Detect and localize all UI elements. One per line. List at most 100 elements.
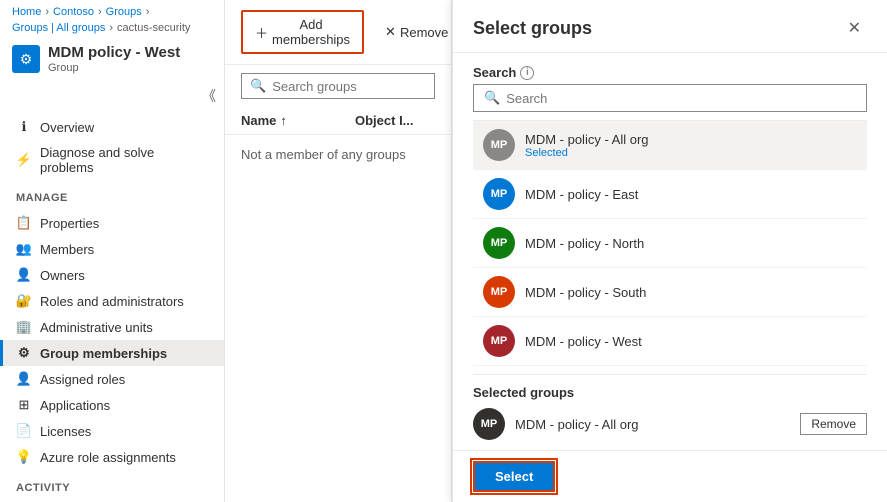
diagnose-icon: ⚡ bbox=[16, 152, 32, 168]
breadcrumb-groups[interactable]: Groups bbox=[106, 6, 142, 18]
group-item-all-org[interactable]: MP MDM - policy - All org Selected bbox=[473, 121, 867, 170]
panel-body: Search i 🔍 MP MDM - policy - All org Sel… bbox=[453, 53, 887, 450]
empty-message: Not a member of any groups bbox=[225, 135, 451, 174]
roles-icon: 🔐 bbox=[16, 293, 32, 309]
assigned-roles-icon: 👤 bbox=[16, 371, 32, 387]
breadcrumb-home[interactable]: Home bbox=[12, 6, 41, 18]
breadcrumb-all-groups[interactable]: Groups | All groups bbox=[12, 22, 105, 34]
selected-item-name: MDM - policy - All org bbox=[515, 417, 790, 432]
selected-item-row: MP MDM - policy - All org Remove bbox=[473, 408, 867, 440]
group-item-south[interactable]: MP MDM - policy - South bbox=[473, 268, 867, 317]
group-item-north[interactable]: MP MDM - policy - North bbox=[473, 219, 867, 268]
licenses-icon: 📄 bbox=[16, 423, 32, 439]
search-input[interactable] bbox=[272, 79, 426, 94]
remove-button[interactable]: ✕ Remove bbox=[372, 18, 452, 46]
collapse-area: 《 bbox=[0, 82, 224, 110]
sidebar-label-applications: Applications bbox=[40, 398, 110, 413]
panel-search-wrap: 🔍 bbox=[473, 84, 867, 112]
sidebar-label-members: Members bbox=[40, 242, 94, 257]
admin-units-icon: 🏢 bbox=[16, 319, 32, 335]
collapse-button[interactable]: 《 bbox=[202, 86, 216, 106]
selected-remove-button[interactable]: Remove bbox=[800, 413, 867, 435]
group-name-north: MDM - policy - North bbox=[525, 236, 857, 251]
sidebar-item-members[interactable]: 👥 Members bbox=[0, 236, 224, 262]
group-name-west: MDM - policy - West bbox=[525, 334, 857, 349]
group-item-west[interactable]: MP MDM - policy - West bbox=[473, 317, 867, 366]
sidebar-label-azure-roles: Azure role assignments bbox=[40, 450, 176, 465]
main-content: ＋ Add memberships ✕ Remove 🔍 Name ↑ Obje… bbox=[225, 0, 452, 502]
group-avatar-all-org: MP bbox=[483, 129, 515, 161]
group-name-all-org: MDM - policy - All org bbox=[525, 132, 857, 147]
group-sub-all-org: Selected bbox=[525, 147, 857, 159]
nav-top: ℹ Overview ⚡ Diagnose and solve problems bbox=[0, 110, 224, 184]
search-bar: 🔍 bbox=[241, 73, 435, 99]
manage-label: Manage bbox=[0, 184, 224, 206]
sidebar-item-azure-roles[interactable]: 💡 Azure role assignments bbox=[0, 444, 224, 470]
select-button[interactable]: Select bbox=[473, 461, 555, 492]
sidebar-label-licenses: Licenses bbox=[40, 424, 91, 439]
sidebar-item-group-memberships[interactable]: ⚙ Group memberships bbox=[0, 340, 224, 366]
panel-footer: Select bbox=[453, 450, 887, 502]
properties-icon: 📋 bbox=[16, 215, 32, 231]
panel-search-icon: 🔍 bbox=[484, 90, 500, 106]
panel-search-input[interactable] bbox=[506, 91, 856, 106]
sidebar-item-admin-units[interactable]: 🏢 Administrative units bbox=[0, 314, 224, 340]
panel-close-button[interactable]: ✕ bbox=[842, 16, 867, 40]
group-item-east[interactable]: MP MDM - policy - East bbox=[473, 170, 867, 219]
col-name-label: Name bbox=[241, 113, 276, 128]
breadcrumb: Home › Contoso › Groups › Groups | All g… bbox=[0, 0, 224, 40]
add-memberships-label: Add memberships bbox=[272, 17, 350, 47]
sidebar-label-admin-units: Administrative units bbox=[40, 320, 153, 335]
sidebar-label-roles: Roles and administrators bbox=[40, 294, 184, 309]
panel-header: Select groups ✕ bbox=[453, 0, 887, 53]
search-label-text: Search bbox=[473, 65, 516, 80]
sidebar-item-applications[interactable]: ⊞ Applications bbox=[0, 392, 224, 418]
sort-icon[interactable]: ↑ bbox=[280, 113, 287, 128]
azure-roles-icon: 💡 bbox=[16, 449, 32, 465]
group-avatar-west: MP bbox=[483, 325, 515, 357]
info-icon: ℹ bbox=[16, 119, 32, 135]
add-memberships-button[interactable]: ＋ Add memberships bbox=[241, 10, 364, 54]
sidebar: Home › Contoso › Groups › Groups | All g… bbox=[0, 0, 225, 502]
panel-title: Select groups bbox=[473, 18, 592, 39]
sidebar-label-owners: Owners bbox=[40, 268, 85, 283]
table-header: Name ↑ Object I... bbox=[225, 107, 451, 135]
sidebar-item-roles[interactable]: 🔐 Roles and administrators bbox=[0, 288, 224, 314]
sidebar-item-properties[interactable]: 📋 Properties bbox=[0, 210, 224, 236]
nav-activity: 👤 Privileged access (Preview) bbox=[0, 496, 224, 502]
select-panel: Select groups ✕ Search i 🔍 MP MDM - poli… bbox=[452, 0, 887, 502]
page-header-icon: ⚙ bbox=[12, 45, 40, 73]
applications-icon: ⊞ bbox=[16, 397, 32, 413]
sidebar-item-owners[interactable]: 👤 Owners bbox=[0, 262, 224, 288]
selected-avatar: MP bbox=[473, 408, 505, 440]
col-obj-label: Object I... bbox=[355, 113, 435, 128]
sidebar-label-group-memberships: Group memberships bbox=[40, 346, 167, 361]
sidebar-item-licenses[interactable]: 📄 Licenses bbox=[0, 418, 224, 444]
sidebar-label-diagnose: Diagnose and solve problems bbox=[40, 145, 208, 175]
sidebar-item-diagnose[interactable]: ⚡ Diagnose and solve problems bbox=[0, 140, 224, 180]
sidebar-item-overview[interactable]: ℹ Overview bbox=[0, 114, 224, 140]
members-icon: 👥 bbox=[16, 241, 32, 257]
group-avatar-north: MP bbox=[483, 227, 515, 259]
selected-section-title: Selected groups bbox=[473, 385, 867, 400]
group-avatar-south: MP bbox=[483, 276, 515, 308]
sidebar-label-assigned-roles: Assigned roles bbox=[40, 372, 125, 387]
page-header: ⚙ MDM policy - West Group bbox=[0, 40, 224, 82]
sidebar-label-overview: Overview bbox=[40, 120, 94, 135]
remove-label: Remove bbox=[400, 25, 448, 40]
groups-list: MP MDM - policy - All org Selected MP MD… bbox=[473, 120, 867, 374]
search-icon: 🔍 bbox=[250, 78, 266, 94]
page-subtitle: Group bbox=[48, 62, 180, 74]
breadcrumb-contoso[interactable]: Contoso bbox=[53, 6, 94, 18]
activity-label: Activity bbox=[0, 474, 224, 496]
group-name-south: MDM - policy - South bbox=[525, 285, 857, 300]
sidebar-item-assigned-roles[interactable]: 👤 Assigned roles bbox=[0, 366, 224, 392]
plus-icon: ＋ bbox=[255, 23, 268, 42]
group-memberships-icon: ⚙ bbox=[16, 345, 32, 361]
sidebar-label-properties: Properties bbox=[40, 216, 99, 231]
nav-manage: 📋 Properties 👥 Members 👤 Owners 🔐 Roles … bbox=[0, 206, 224, 474]
breadcrumb-current: cactus-security bbox=[117, 22, 190, 34]
remove-icon: ✕ bbox=[385, 24, 396, 40]
search-info-icon: i bbox=[520, 66, 534, 80]
group-name-east: MDM - policy - East bbox=[525, 187, 857, 202]
